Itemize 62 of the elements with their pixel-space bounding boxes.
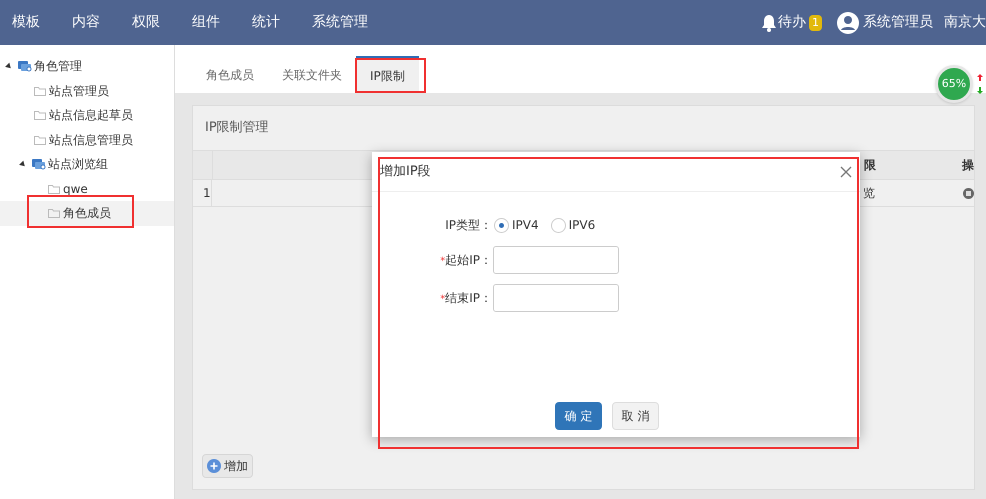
field-label-text: 起始IP：: [445, 253, 492, 267]
tree-item[interactable]: 角色管理: [0, 54, 174, 78]
tab[interactable]: 关联文件夹: [268, 56, 356, 93]
tree-label: 站点浏览组: [48, 156, 108, 174]
highlight-frame: [355, 58, 426, 93]
delete-icon[interactable]: [963, 188, 974, 198]
input-field[interactable]: [493, 284, 619, 312]
group-icon: [18, 60, 32, 72]
confirm-button[interactable]: 确 定: [555, 402, 602, 430]
tree-item[interactable]: 站点浏览组: [0, 152, 174, 176]
table-cell-text: 览: [863, 185, 875, 202]
tree-item[interactable]: 角色成员: [0, 201, 174, 226]
table-cell: 1: [193, 180, 212, 206]
expand-icon[interactable]: [19, 160, 27, 168]
tree-label: 角色成员: [63, 205, 111, 222]
input-field[interactable]: [493, 246, 619, 274]
radio-option[interactable]: IPV6: [550, 216, 596, 234]
tree-item[interactable]: 站点信息管理员: [0, 128, 174, 152]
panel-title: IP限制管理: [204, 119, 270, 138]
bell-icon[interactable]: [761, 14, 777, 32]
tree-label: 站点信息管理员: [49, 132, 133, 149]
menu-item[interactable]: 模板: [12, 12, 40, 33]
user-name[interactable]: 系统管理员: [863, 12, 933, 33]
folder-icon: [48, 208, 60, 218]
radio-button[interactable]: [494, 218, 509, 232]
add-button[interactable]: 增加: [202, 454, 253, 478]
folder-icon: [48, 184, 60, 194]
folder-icon: [34, 134, 46, 145]
column-header: 操: [962, 157, 974, 174]
up-down-arrows-icon: [976, 73, 984, 95]
menu-item[interactable]: 权限: [132, 12, 160, 33]
tree-label: qwe: [63, 180, 88, 198]
menu-item[interactable]: 组件: [192, 12, 220, 33]
menu-item[interactable]: 系统管理: [312, 12, 368, 33]
group-icon: [32, 158, 46, 170]
dialog-title: 增加IP段: [380, 162, 431, 181]
tree-item[interactable]: 站点信息起草员: [0, 103, 174, 128]
column-header: 限: [864, 157, 876, 174]
organization-name[interactable]: 南京大: [944, 12, 986, 33]
cancel-button[interactable]: 取 消: [612, 402, 659, 430]
todo-count: 1: [809, 14, 822, 30]
close-icon[interactable]: [840, 166, 852, 178]
tree-label: 站点管理员: [49, 82, 109, 100]
todo-link[interactable]: 待办: [778, 12, 806, 33]
tree-label: 站点信息起草员: [49, 107, 133, 124]
tab[interactable]: 角色成员: [192, 56, 268, 93]
plus-icon: [207, 459, 221, 473]
field-label-text: 结束IP：: [445, 291, 492, 305]
required-mark: *: [440, 256, 446, 267]
expand-icon[interactable]: [5, 62, 13, 70]
folder-icon: [34, 86, 46, 96]
radio-button[interactable]: [550, 218, 566, 232]
required-mark: *: [440, 294, 446, 305]
tree-item[interactable]: 站点管理员: [0, 78, 174, 103]
tree-item[interactable]: qwe: [0, 176, 174, 201]
user-avatar-icon[interactable]: [837, 12, 859, 34]
radio-option[interactable]: IPV4: [494, 216, 539, 234]
menu-item[interactable]: 统计: [252, 12, 280, 33]
menu-item[interactable]: 内容: [72, 12, 100, 33]
tree-label: 角色管理: [34, 58, 82, 76]
folder-icon: [34, 110, 46, 120]
field-label: IP类型：: [444, 217, 492, 234]
